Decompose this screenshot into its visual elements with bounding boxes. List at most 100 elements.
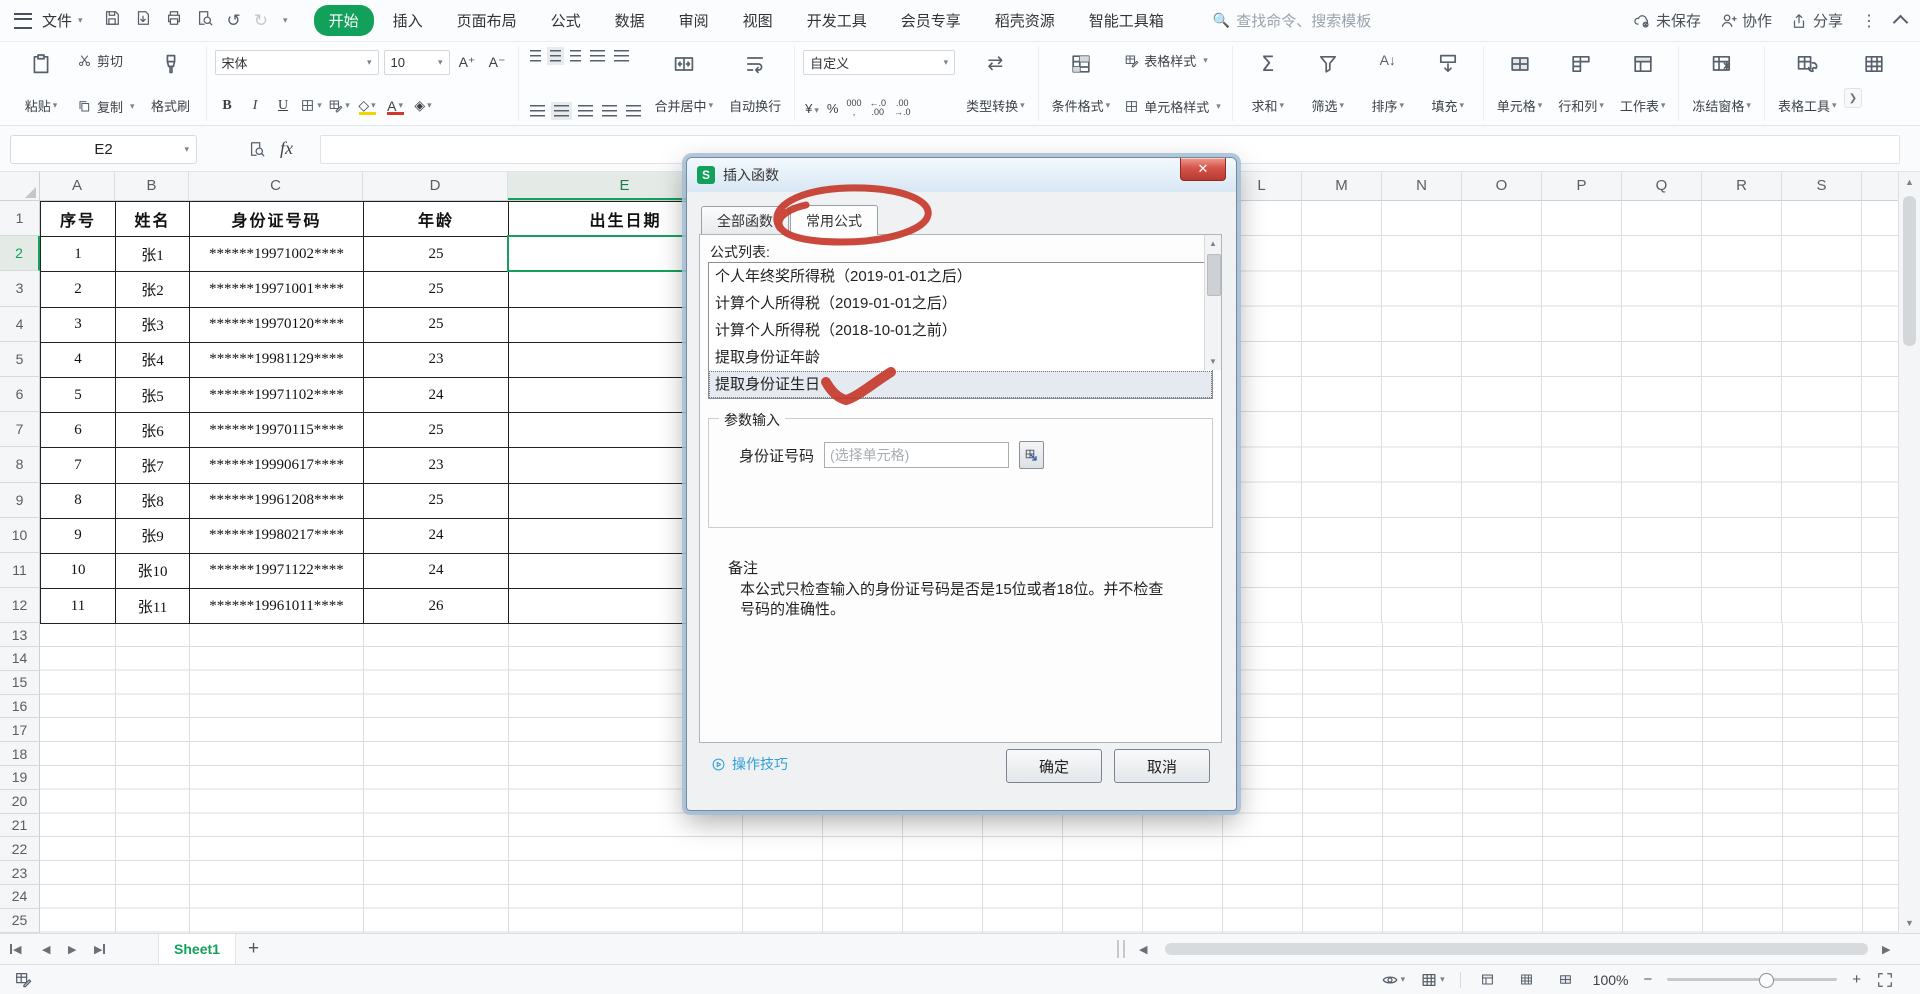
table-style-button[interactable]: 表格样式 ▾ xyxy=(1121,50,1224,71)
table-cell[interactable]: 张8 xyxy=(116,483,190,519)
cancel-button[interactable]: 取消 xyxy=(1114,749,1210,783)
zoom-slider[interactable] xyxy=(1667,973,1838,988)
menu-tab-页面布局[interactable]: 页面布局 xyxy=(442,5,532,36)
formula-item[interactable]: 个人年终奖所得税（2019-01-01之后） xyxy=(709,263,1212,290)
clear-format-icon[interactable]: ◈ ▾ xyxy=(411,94,436,117)
table-cell[interactable]: ******19980217**** xyxy=(190,518,364,554)
rows-cols-button[interactable]: 行和列 ▾ xyxy=(1553,48,1609,119)
wrap-text-button[interactable]: 自动换行 xyxy=(724,48,786,119)
scroll-down-icon[interactable]: ▼ xyxy=(1899,913,1920,933)
table-cell[interactable]: 张3 xyxy=(116,307,190,343)
row-header-5[interactable]: 5 xyxy=(0,341,40,377)
table-cell[interactable]: 24 xyxy=(364,553,509,590)
column-header-C[interactable]: C xyxy=(189,172,363,200)
menu-tab-会员专享[interactable]: 会员专享 xyxy=(886,5,976,36)
row-header-2[interactable]: 2 xyxy=(0,236,40,272)
format-painter-button[interactable]: 格式刷 xyxy=(144,48,198,119)
column-header-R[interactable]: R xyxy=(1702,172,1782,200)
row-header-13[interactable]: 13 xyxy=(0,623,40,648)
hscroll-left-icon[interactable]: ◀ xyxy=(1139,934,1147,964)
bold-icon[interactable]: B xyxy=(215,94,240,117)
first-sheet-icon[interactable]: ◀ xyxy=(10,934,21,964)
column-header-M[interactable]: M xyxy=(1302,172,1382,200)
formula-listbox[interactable]: 个人年终奖所得税（2019-01-01之后） 计算个人所得税（2019-01-01… xyxy=(708,262,1213,399)
quick-toolbar-caret[interactable]: ▾ xyxy=(283,15,288,26)
last-sheet-icon[interactable]: ▶ xyxy=(94,934,106,964)
table-cell[interactable]: 2 xyxy=(41,272,116,308)
zoom-formula-icon[interactable] xyxy=(248,140,266,158)
table-cell[interactable]: 11 xyxy=(41,589,116,625)
listbox-scroll-up-icon[interactable]: ▲ xyxy=(1205,235,1221,252)
type-convert-button[interactable]: ⇄ 类型转换 ▾ xyxy=(961,48,1030,119)
horizontal-scroll-thumb[interactable] xyxy=(1165,943,1868,955)
table-cell[interactable]: ******19970120**** xyxy=(190,307,364,343)
table-cell[interactable]: 25 xyxy=(364,413,509,449)
page-break-view-icon[interactable] xyxy=(1554,969,1578,990)
tips-link[interactable]: 操作技巧 xyxy=(711,754,788,774)
copy-button[interactable]: 复制 ▾ xyxy=(74,96,138,117)
menu-tab-开发工具[interactable]: 开发工具 xyxy=(792,5,882,36)
row-header-12[interactable]: 12 xyxy=(0,588,40,624)
conditional-format-button[interactable]: 条件格式 ▾ xyxy=(1047,48,1116,119)
select-all-corner[interactable] xyxy=(0,172,40,201)
command-search[interactable]: 🔍 查找命令、搜索模板 xyxy=(1213,10,1543,31)
paste-button[interactable]: 粘贴 ▾ xyxy=(14,48,68,119)
decrease-decimal-icon[interactable]: .00 →.0 xyxy=(894,99,911,117)
row-header-14[interactable]: 14 xyxy=(0,647,40,671)
sheet-tab-sheet1[interactable]: Sheet1 xyxy=(158,934,236,964)
more-options-icon[interactable]: ⋮ xyxy=(1861,11,1877,31)
table-cell[interactable]: 张6 xyxy=(116,413,190,449)
zoom-in-icon[interactable]: + xyxy=(1852,971,1861,988)
table-cell[interactable]: 10 xyxy=(41,553,116,590)
table-tools-button[interactable]: 表格工具 ▾ xyxy=(1773,48,1842,119)
table-cell[interactable]: 3 xyxy=(41,307,116,343)
font-color-icon[interactable]: A ▾ xyxy=(383,94,408,117)
currency-icon[interactable]: ¥ ▾ xyxy=(805,101,819,116)
table-cell[interactable]: ******19961011**** xyxy=(190,589,364,625)
column-header-S[interactable]: S xyxy=(1782,172,1862,200)
table-cell[interactable]: 张9 xyxy=(116,518,190,554)
borders-icon[interactable]: ▾ xyxy=(299,94,324,117)
table-cell[interactable]: 24 xyxy=(364,518,509,554)
table-cell[interactable]: ******19971002**** xyxy=(190,237,364,273)
freeze-panes-button[interactable]: 冻结窗格 ▾ xyxy=(1687,48,1756,119)
tab-all-functions[interactable]: 全部函数 xyxy=(701,206,789,234)
row-header-10[interactable]: 10 xyxy=(0,517,40,553)
menu-tab-公式[interactable]: 公式 xyxy=(536,5,596,36)
row-header-20[interactable]: 20 xyxy=(0,789,40,814)
table-cell[interactable]: 张7 xyxy=(116,448,190,484)
cell-picker-button[interactable] xyxy=(1019,441,1045,469)
ribbon-overflow-button[interactable]: ❯ xyxy=(1844,88,1862,108)
row-header-19[interactable]: 19 xyxy=(0,766,40,790)
row-header-9[interactable]: 9 xyxy=(0,482,40,518)
dialog-title-bar[interactable]: S 插入函数 xyxy=(687,158,1236,192)
hamburger-menu-icon[interactable] xyxy=(14,12,32,29)
table-cell[interactable]: 张11 xyxy=(116,589,190,625)
table-cell[interactable]: 张4 xyxy=(116,342,190,378)
column-header-D[interactable]: D xyxy=(363,172,508,200)
tabbar-splitter[interactable] xyxy=(1117,940,1125,958)
share-button[interactable]: 分享 xyxy=(1790,10,1843,31)
table-cell[interactable]: 张2 xyxy=(116,272,190,308)
row-header-8[interactable]: 8 xyxy=(0,447,40,483)
decrease-indent-icon[interactable] xyxy=(589,50,605,62)
italic-icon[interactable]: I xyxy=(243,94,268,117)
menu-tab-稻壳资源[interactable]: 稻壳资源 xyxy=(980,5,1070,36)
table-cell[interactable]: 7 xyxy=(41,448,116,484)
align-bottom-icon[interactable] xyxy=(569,50,581,62)
print-button[interactable] xyxy=(165,9,183,32)
distribute-icon[interactable] xyxy=(625,105,641,117)
align-right-icon[interactable] xyxy=(577,105,593,117)
table-cell[interactable]: 25 xyxy=(364,272,509,308)
fullscreen-icon[interactable] xyxy=(1876,971,1894,989)
table-tools-extra-icon[interactable] xyxy=(1847,48,1901,119)
decrease-font-icon[interactable]: A⁻ xyxy=(485,51,510,74)
row-header-18[interactable]: 18 xyxy=(0,742,40,767)
table-cell[interactable]: ******19971122**** xyxy=(190,553,364,590)
page-layout-view-icon[interactable] xyxy=(1515,969,1539,990)
menu-tab-审阅[interactable]: 审阅 xyxy=(664,5,724,36)
table-cell[interactable]: 25 xyxy=(364,307,509,343)
underline-icon[interactable]: U xyxy=(271,94,296,117)
draw-border-icon[interactable]: ▾ xyxy=(327,94,352,117)
row-header-11[interactable]: 11 xyxy=(0,552,40,589)
